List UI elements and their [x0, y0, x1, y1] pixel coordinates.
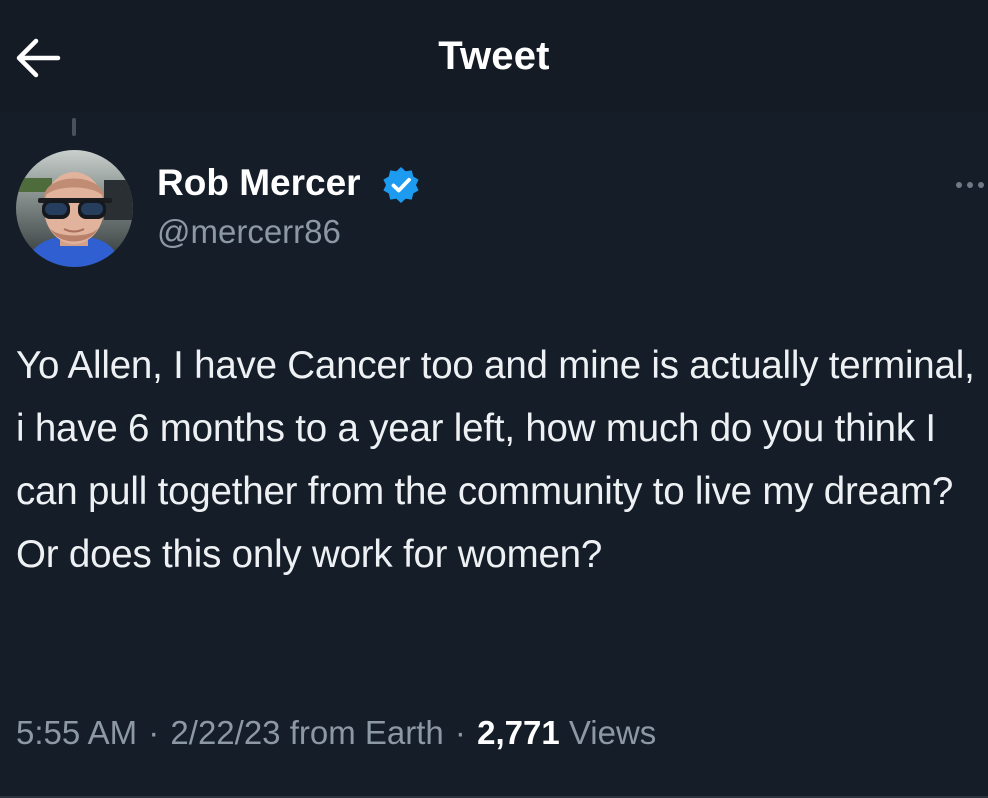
more-options-button[interactable] [954, 172, 988, 198]
separator-dot: · [454, 714, 466, 751]
thread-connector-line [72, 118, 76, 136]
verified-badge-icon [383, 167, 419, 203]
more-options-icon [956, 182, 984, 188]
tweet-metadata: 5:55 AM · 2/22/23 from Earth · 2,771 Vie… [16, 714, 656, 752]
page-title: Tweet [438, 34, 550, 78]
author-avatar[interactable] [16, 150, 133, 267]
separator-dot: · [148, 714, 160, 751]
tweet-time[interactable]: 5:55 AM [16, 714, 137, 751]
views-count[interactable]: 2,771 [477, 714, 560, 751]
top-bar: Tweet [0, 0, 988, 112]
tweet-screen: Tweet Rob Mercer @mercerr86 Yo Allen, I … [0, 0, 988, 798]
author-handle[interactable]: @mercerr86 [157, 213, 341, 251]
author-name[interactable]: Rob Mercer [157, 162, 361, 204]
views-label: Views [568, 714, 657, 751]
tweet-source: from Earth [289, 714, 444, 751]
tweet-date[interactable]: 2/22/23 [170, 714, 280, 751]
avatar-photo [16, 150, 133, 267]
tweet-text: Yo Allen, I have Cancer too and mine is … [16, 344, 975, 576]
